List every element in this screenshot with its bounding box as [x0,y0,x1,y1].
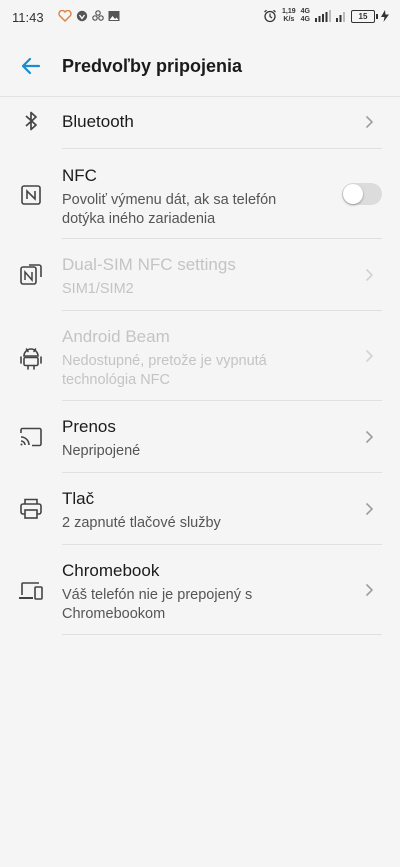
setting-title: Android Beam [62,327,170,346]
alarm-icon [264,9,276,23]
setting-subtitle: Váš telefón nie je prepojený s Chromeboo… [62,587,253,622]
setting-title: Bluetooth [62,112,134,131]
signal-icon [315,10,331,22]
setting-title: Prenos [62,417,116,436]
pinwheel-notification-icon [92,10,104,21]
health-notification-icon [58,10,72,22]
notification-icons [58,10,120,22]
toggle-knob [343,184,363,204]
setting-title: NFC [62,166,97,185]
setting-android-beam: Android Beam Nedostupné, pretože je vypn… [0,311,400,401]
cast-icon [20,427,42,447]
chevron-right-icon [365,115,374,129]
setting-title: Dual-SIM NFC settings [62,255,236,274]
divider [62,634,382,635]
setting-subtitle: SIM1/SIM2 [62,281,134,297]
setting-subtitle: Povoliť výmenu dát, ak sa telefón dotýka… [62,192,277,227]
devices-icon [19,582,43,600]
setting-title: Tlač [62,489,95,508]
status-time: 11:43 [12,10,44,25]
network-speed-value: 1,19 [282,8,296,15]
shield-notification-icon [76,10,88,22]
setting-subtitle: 2 zapnuté tlačové služby [62,515,221,531]
settings-list: Bluetooth NFC Povoliť výmenu dát, ak sa … [0,96,400,635]
chevron-right-icon [365,268,374,282]
setting-cast[interactable]: Prenos Nepripojené [0,401,400,473]
nfc-icon [21,185,41,205]
network-type-2: 4G [300,16,310,23]
bluetooth-icon [25,111,37,131]
chevron-right-icon [365,430,374,444]
arrow-back-icon [21,57,41,75]
chevron-right-icon [365,583,374,597]
setting-dual-sim-nfc: Dual-SIM NFC settings SIM1/SIM2 [0,239,400,311]
android-icon [20,348,42,370]
page-title: Predvoľby pripojenia [62,56,242,76]
setting-nfc[interactable]: NFC Povoliť výmenu dát, ak sa telefón do… [0,149,400,239]
setting-title: Chromebook [62,561,160,580]
back-button[interactable] [16,50,48,82]
battery-indicator: 15 [351,9,378,23]
network-type: 4G 4G [301,8,310,24]
charging-icon [381,10,389,22]
setting-subtitle: Nepripojené [62,443,141,459]
setting-chromebook[interactable]: Chromebook Váš telefón nie je prepojený … [0,545,400,635]
status-bar: 11:43 1,19 K/s 4G 4G 15 [0,0,400,36]
setting-subtitle: Nedostupné, pretože je vypnutá technológ… [62,353,267,388]
network-type-1: 4G [300,8,310,15]
signal-icon-2 [336,12,345,22]
dual-sim-nfc-icon [20,264,42,285]
network-speed: 1,19 K/s [282,8,296,24]
network-speed-unit: K/s [283,16,295,23]
setting-bluetooth[interactable]: Bluetooth [0,96,400,149]
chevron-right-icon [365,502,374,516]
app-bar: Predvoľby pripojenia [0,36,400,97]
nfc-toggle[interactable] [342,183,382,205]
chevron-right-icon [365,349,374,363]
print-icon [20,498,42,519]
status-right: 1,19 K/s 4G 4G 15 [263,8,390,24]
setting-print[interactable]: Tlač 2 zapnuté tlačové služby [0,473,400,545]
image-notification-icon [108,11,120,21]
